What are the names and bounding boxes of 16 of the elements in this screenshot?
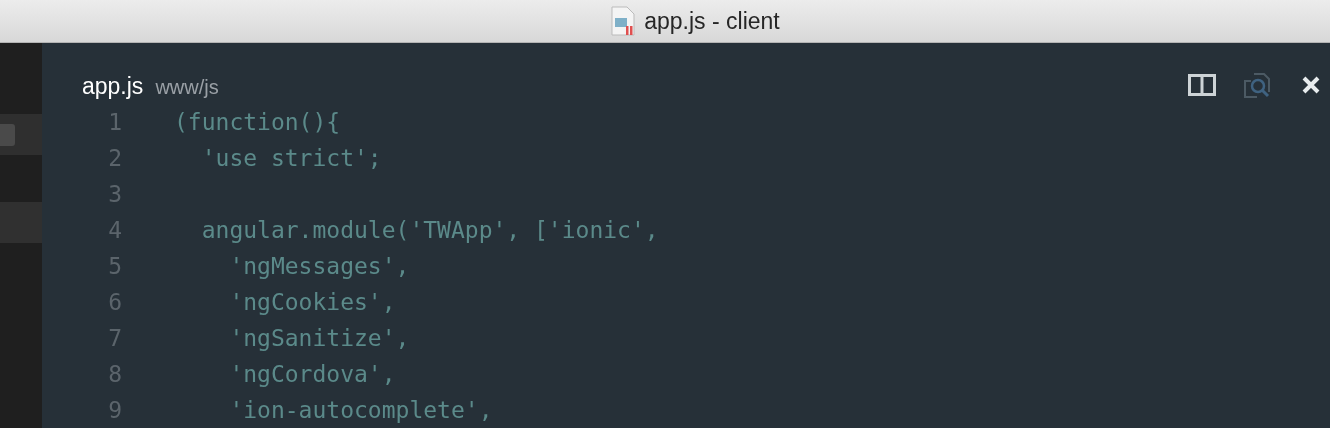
file-path: www/js bbox=[155, 76, 219, 99]
code-line: 'ngSanitize', bbox=[228, 325, 410, 351]
file-name[interactable]: app.js bbox=[82, 73, 144, 100]
code-line: angular.module('TWApp', ['ionic', bbox=[200, 217, 659, 243]
item-badge bbox=[0, 124, 15, 146]
code-line: 'use strict'; bbox=[200, 145, 382, 171]
document-icon bbox=[610, 6, 637, 36]
code-line: 'ngMessages', bbox=[228, 253, 410, 279]
split-view-icon[interactable] bbox=[1188, 73, 1216, 97]
window-title: app.js - client bbox=[644, 7, 780, 35]
code-line: 'ngCordova', bbox=[228, 361, 396, 387]
code-line: 'ion-autocomplete', bbox=[228, 397, 493, 423]
close-icon[interactable] bbox=[1302, 76, 1320, 94]
sidebar-item[interactable] bbox=[0, 114, 42, 155]
code-line: 'ngCookies', bbox=[228, 289, 396, 315]
code-line: (function(){ bbox=[174, 109, 341, 135]
